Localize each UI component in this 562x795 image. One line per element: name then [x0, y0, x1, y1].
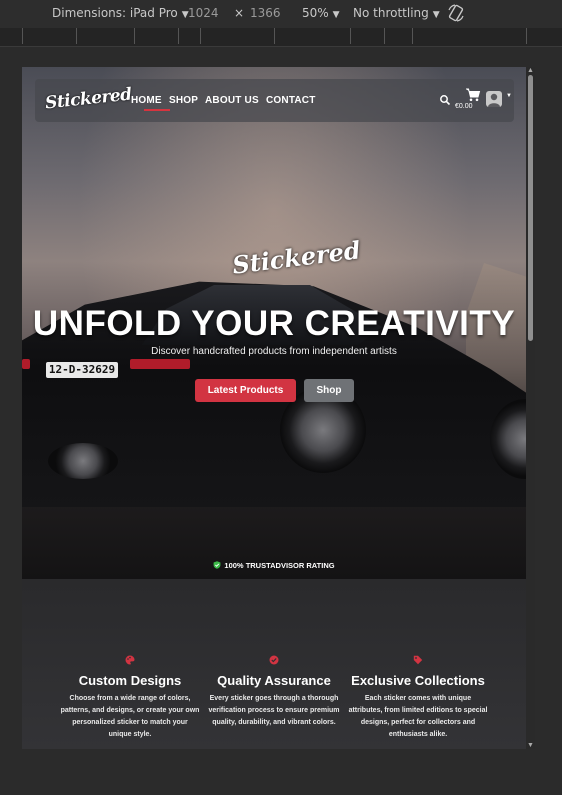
feature-title: Custom Designs: [78, 673, 182, 688]
nav-home[interactable]: HOME: [131, 95, 162, 106]
feature-title: Exclusive Collections: [351, 673, 485, 688]
hero-section: 12-D-32629 Stickered HOME SHOP ABOUT US …: [22, 67, 526, 579]
ruler-tick: [350, 28, 351, 44]
times-sign: ×: [234, 6, 245, 20]
latest-products-button[interactable]: Latest Products: [195, 379, 296, 402]
active-underline: [144, 109, 170, 111]
trust-rating: 100% TRUSTADVISOR RATING: [22, 561, 526, 570]
taillight-right: [130, 359, 190, 369]
device-select[interactable]: Dimensions: iPad Pro ▼: [52, 6, 189, 20]
rotate-icon[interactable]: [446, 3, 466, 26]
nav-contact[interactable]: CONTACT: [266, 95, 316, 106]
features-section: Custom Designs Choose from a wide range …: [22, 579, 526, 749]
back-wheel: [48, 443, 118, 479]
taillight-left: [22, 359, 30, 369]
feature-text: Choose from a wide range of colors, patt…: [60, 695, 200, 738]
palette-icon: [125, 655, 135, 665]
avatar: [488, 93, 500, 107]
hero-title: UNFOLD YOUR CREATIVITY: [32, 304, 516, 343]
feature-text: Every sticker goes through a thorough ve…: [208, 695, 340, 726]
site-logo[interactable]: Stickered: [44, 85, 132, 114]
height-input[interactable]: 1366: [250, 6, 281, 20]
chevron-down-icon: ▼: [332, 10, 340, 20]
ruler-tick: [274, 28, 275, 44]
navbar: Stickered HOME SHOP ABOUT US CONTACT €0.…: [35, 79, 514, 122]
zoom-select[interactable]: 50% ▼: [302, 6, 340, 20]
devtools-toolbar: Dimensions: iPad Pro ▼ 1024 × 1366 50% ▼ N…: [0, 0, 562, 28]
scroll-up-icon[interactable]: ▲: [527, 67, 534, 74]
ruler-tick: [134, 28, 135, 44]
user-icon[interactable]: [486, 91, 502, 107]
feature-title: Quality Assurance: [217, 673, 331, 688]
scroll-down-icon[interactable]: ▼: [527, 742, 534, 749]
scrollbar-thumb[interactable]: [528, 75, 533, 341]
ruler-tick: [526, 28, 527, 44]
nav-shop[interactable]: SHOP: [169, 95, 198, 106]
shop-button[interactable]: Shop: [304, 379, 354, 402]
media-query-ruler: [0, 28, 562, 47]
ruler-tick: [384, 28, 385, 44]
nav-about[interactable]: ABOUT US: [205, 95, 259, 106]
ruler-tick: [22, 28, 23, 44]
hero-logo: Stickered: [230, 235, 363, 280]
cart-icon[interactable]: [465, 88, 481, 102]
license-plate: 12-D-32629: [46, 362, 118, 378]
search-icon[interactable]: [439, 94, 451, 106]
check-badge-icon: [269, 655, 279, 665]
shield-check-icon: [214, 561, 221, 569]
throttling-select[interactable]: No throttling ▼: [353, 6, 440, 20]
feature-custom-designs: Custom Designs Choose from a wide range …: [60, 655, 200, 741]
hero-subtitle: Discover handcrafted products from indep…: [151, 346, 397, 357]
ruler-tick: [178, 28, 179, 44]
feature-text: Each sticker comes with unique attribute…: [348, 695, 488, 738]
chevron-down-icon[interactable]: ▼: [506, 93, 512, 99]
feature-quality-assurance: Quality Assurance Every sticker goes thr…: [204, 655, 344, 729]
device-viewport: 12-D-32629 Stickered HOME SHOP ABOUT US …: [22, 67, 526, 749]
tag-icon: [413, 655, 423, 665]
chevron-down-icon: ▼: [432, 10, 440, 20]
page-scrollbar[interactable]: ▲ ▼: [526, 67, 535, 749]
ruler-tick: [200, 28, 201, 44]
cart-total[interactable]: €0.00: [455, 103, 473, 110]
ruler-tick: [76, 28, 77, 44]
feature-exclusive-collections: Exclusive Collections Each sticker comes…: [348, 655, 488, 741]
ruler-tick: [412, 28, 413, 44]
width-input[interactable]: 1024: [188, 6, 219, 20]
